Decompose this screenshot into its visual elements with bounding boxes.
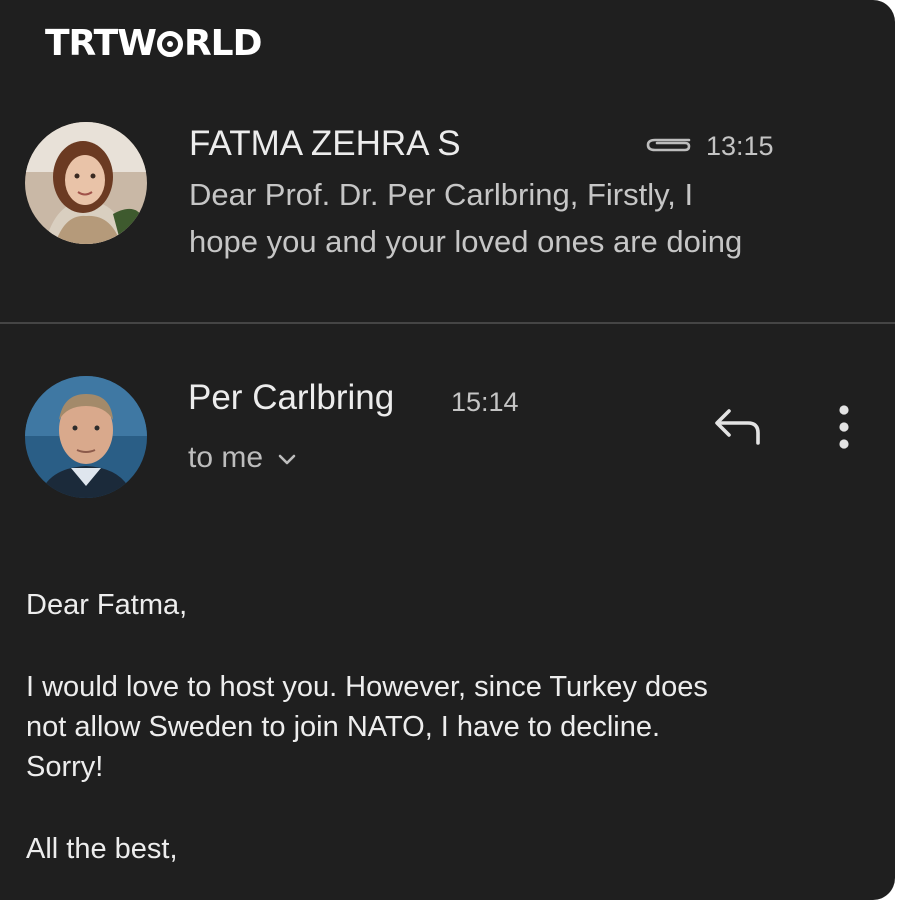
attachment-icon: [645, 134, 693, 161]
thread-sender-name: FATMA ZEHRA S: [189, 124, 461, 163]
email-greeting: Dear Fatma,: [26, 589, 188, 621]
avatar-per-carlbring[interactable]: [25, 376, 147, 498]
chevron-down-icon: [277, 440, 297, 476]
avatar-fatma[interactable]: [25, 122, 147, 244]
email-paragraph-line3: Sorry!: [26, 751, 104, 783]
reply-icon[interactable]: [712, 405, 764, 454]
recipient-label: to me: [188, 441, 264, 474]
thread-snippet-line2: hope you and your loved ones are doing: [189, 224, 743, 259]
email-paragraph-line1: I would love to host you. However, since…: [26, 671, 708, 703]
email-screen: TRTW RLD FATMA ZEHRA S 13:15 Dear Prof. D…: [0, 0, 895, 900]
thread-time: 13:15: [706, 131, 774, 161]
trt-world-logo: TRTW RLD: [45, 22, 263, 66]
logo-text-start: TRTW: [45, 23, 157, 64]
logo-o-mark: [156, 31, 183, 57]
recipient-toggle[interactable]: to me: [188, 440, 297, 476]
email-closing: All the best,: [26, 833, 178, 865]
more-vert-icon[interactable]: [833, 404, 855, 455]
message-time: 15:14: [451, 387, 519, 417]
logo-text-end: RLD: [183, 23, 263, 64]
divider: [0, 322, 895, 324]
email-paragraph-line2: not allow Sweden to join NATO, I have to…: [26, 711, 661, 743]
message-sender-name: Per Carlbring: [188, 378, 395, 417]
thread-snippet-line1: Dear Prof. Dr. Per Carlbring, Firstly, I: [189, 177, 694, 212]
